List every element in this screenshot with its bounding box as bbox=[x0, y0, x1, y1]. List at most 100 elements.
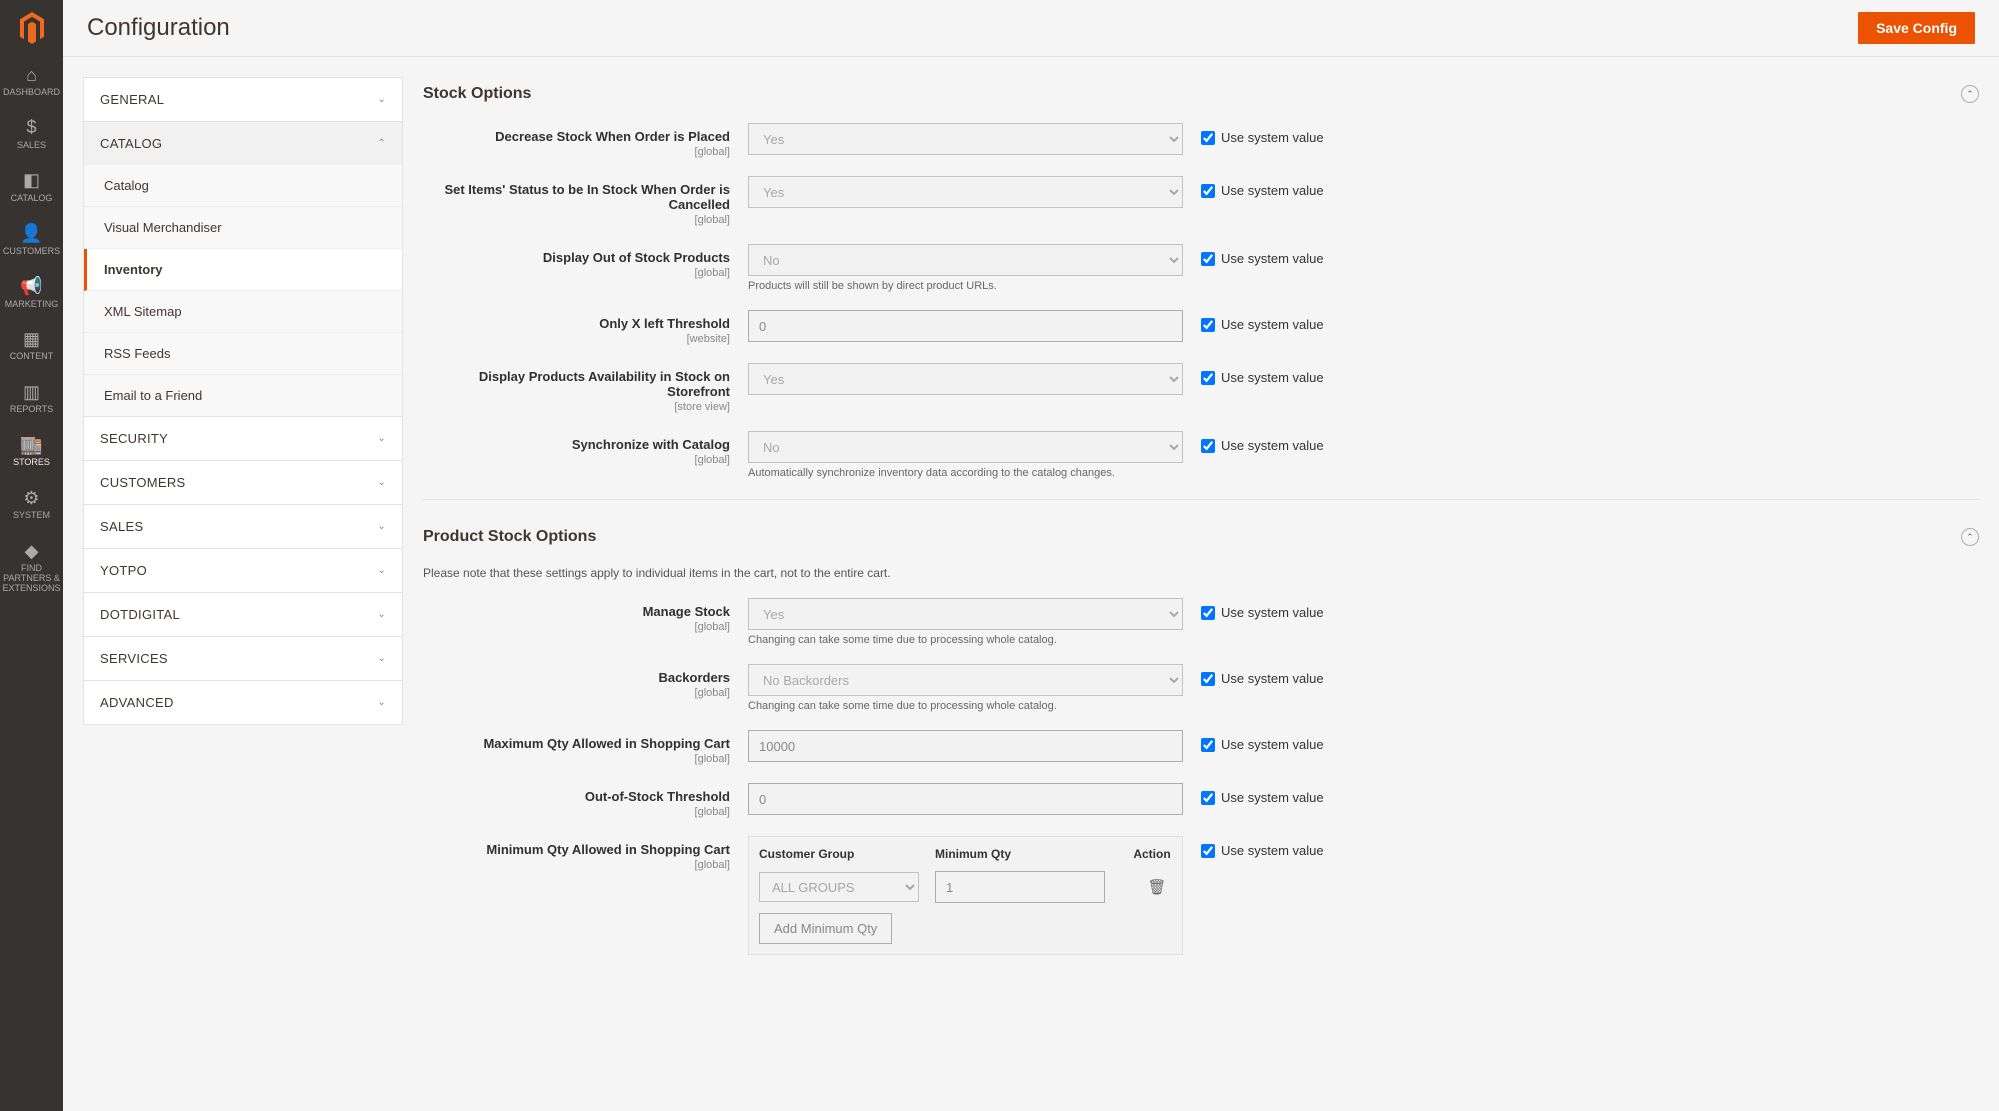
sidebar-item-inventory[interactable]: Inventory bbox=[84, 249, 402, 291]
sidebar-section-services[interactable]: SERVICES ⌄ bbox=[84, 637, 402, 680]
use-system-label: Use system value bbox=[1221, 438, 1324, 453]
customer-group-select[interactable]: ALL GROUPS bbox=[759, 872, 919, 902]
sales-icon: $ bbox=[22, 118, 42, 138]
nav-customers[interactable]: 👤CUSTOMERS bbox=[0, 214, 63, 267]
sidebar-section-sales[interactable]: SALES⌄ bbox=[84, 505, 402, 548]
field-row: Manage Stock [global] YesChanging can ta… bbox=[423, 598, 1979, 646]
use-system-checkbox[interactable] bbox=[1201, 672, 1215, 686]
sidebar-section-customers[interactable]: CUSTOMERS⌄ bbox=[84, 461, 402, 504]
field-row: Backorders [global] No BackordersChangin… bbox=[423, 664, 1979, 712]
field-row: Display Out of Stock Products [global] N… bbox=[423, 244, 1979, 292]
section-note: Please note that these settings apply to… bbox=[423, 566, 1979, 580]
sidebar-section-security[interactable]: SECURITY⌄ bbox=[84, 417, 402, 460]
sidebar-section-yotpo[interactable]: YOTPO⌄ bbox=[84, 549, 402, 592]
nav-dashboard[interactable]: ⌂DASHBOARD bbox=[0, 55, 63, 108]
use-system-label: Use system value bbox=[1221, 370, 1324, 385]
field-scope: [global] bbox=[423, 687, 730, 699]
use-system-checkbox[interactable] bbox=[1201, 791, 1215, 805]
nav-label: FIND PARTNERS & EXTENSIONS bbox=[2, 564, 61, 594]
sidebar-item-email-to-a-friend[interactable]: Email to a Friend bbox=[84, 375, 402, 416]
field-label: Display Out of Stock Products bbox=[423, 250, 730, 265]
section-label: SALES bbox=[100, 519, 143, 534]
sidebar-item-rss-feeds[interactable]: RSS Feeds bbox=[84, 333, 402, 375]
min-qty-input[interactable] bbox=[935, 871, 1105, 903]
nav-content[interactable]: ▦CONTENT bbox=[0, 319, 63, 372]
sidebar-section-general[interactable]: GENERAL⌄ bbox=[84, 78, 402, 121]
nav-sales[interactable]: $SALES bbox=[0, 108, 63, 161]
collapse-icon[interactable]: ⌃ bbox=[1961, 85, 1979, 103]
marketing-icon: 📢 bbox=[22, 277, 42, 297]
use-system-checkbox[interactable] bbox=[1201, 439, 1215, 453]
sidebar-section-catalog[interactable]: CATALOG⌃ bbox=[84, 122, 402, 165]
nav-partners[interactable]: ◆ FIND PARTNERS & EXTENSIONS bbox=[0, 531, 63, 604]
field-scope: [global] bbox=[423, 753, 730, 765]
nav-reports[interactable]: ▥REPORTS bbox=[0, 372, 63, 425]
partners-icon: ◆ bbox=[22, 541, 42, 561]
field-label: Display Products Availability in Stock o… bbox=[423, 369, 730, 399]
field-select[interactable]: No bbox=[748, 244, 1183, 276]
field-row: Out-of-Stock Threshold [global] Use syst… bbox=[423, 783, 1979, 818]
field-input[interactable] bbox=[748, 310, 1183, 342]
field-select[interactable]: Yes bbox=[748, 123, 1183, 155]
section-label: SERVICES bbox=[100, 651, 168, 666]
field-label: Set Items' Status to be In Stock When Or… bbox=[423, 182, 730, 212]
use-system-checkbox[interactable] bbox=[1201, 252, 1215, 266]
field-input[interactable] bbox=[748, 783, 1183, 815]
section-label: ADVANCED bbox=[100, 695, 174, 710]
field-select[interactable]: Yes bbox=[748, 176, 1183, 208]
field-input[interactable] bbox=[748, 730, 1183, 762]
save-config-button[interactable]: Save Config bbox=[1858, 12, 1975, 44]
sidebar-section-dotdigital[interactable]: DOTDIGITAL⌄ bbox=[84, 593, 402, 636]
section-product-stock-options: Product Stock Options ⌃ Please note that… bbox=[423, 520, 1979, 955]
trash-icon[interactable]: 🗑 bbox=[1147, 879, 1166, 896]
sidebar-section-advanced[interactable]: ADVANCED⌄ bbox=[84, 681, 402, 724]
reports-icon: ▥ bbox=[22, 382, 42, 402]
use-system-checkbox[interactable] bbox=[1201, 318, 1215, 332]
content-icon: ▦ bbox=[22, 329, 42, 349]
sidebar-item-xml-sitemap[interactable]: XML Sitemap bbox=[84, 291, 402, 333]
use-system-label: Use system value bbox=[1221, 671, 1324, 686]
use-system-checkbox[interactable] bbox=[1201, 844, 1215, 858]
nav-stores[interactable]: 🏬STORES bbox=[0, 425, 63, 478]
section-stock-options: Stock Options ⌃ Decrease Stock When Orde… bbox=[423, 77, 1979, 479]
use-system-label: Use system value bbox=[1221, 737, 1324, 752]
field-select[interactable]: No bbox=[748, 431, 1183, 463]
field-min-qty-cart: Minimum Qty Allowed in Shopping Cart [gl… bbox=[423, 836, 1979, 955]
dashboard-icon: ⌂ bbox=[22, 65, 42, 85]
use-system-label: Use system value bbox=[1221, 317, 1324, 332]
nav-marketing[interactable]: 📢 MARKETING bbox=[0, 267, 63, 320]
section-label: GENERAL bbox=[100, 92, 164, 107]
field-scope: [global] bbox=[423, 806, 730, 818]
use-system-checkbox[interactable] bbox=[1201, 606, 1215, 620]
nav-label: MARKETING bbox=[5, 300, 59, 310]
add-min-qty-button[interactable]: Add Minimum Qty bbox=[759, 913, 892, 944]
collapse-icon[interactable]: ⌃ bbox=[1961, 528, 1979, 546]
sidebar-item-visual-merchandiser[interactable]: Visual Merchandiser bbox=[84, 207, 402, 249]
field-label: Only X left Threshold bbox=[423, 316, 730, 331]
divider bbox=[423, 499, 1979, 500]
field-select[interactable]: Yes bbox=[748, 598, 1183, 630]
use-system-checkbox[interactable] bbox=[1201, 371, 1215, 385]
field-scope: [global] bbox=[423, 214, 730, 226]
page-title: Configuration bbox=[87, 14, 230, 42]
nav-catalog[interactable]: ◧CATALOG bbox=[0, 161, 63, 214]
use-system-checkbox[interactable] bbox=[1201, 131, 1215, 145]
use-system-checkbox[interactable] bbox=[1201, 184, 1215, 198]
stores-icon: 🏬 bbox=[22, 435, 42, 455]
nav-label: CATALOG bbox=[11, 194, 53, 204]
field-scope: [global] bbox=[423, 454, 730, 466]
field-label: Minimum Qty Allowed in Shopping Cart bbox=[423, 842, 730, 857]
field-hint: Products will still be shown by direct p… bbox=[748, 280, 1183, 292]
page-header: Configuration Save Config bbox=[63, 0, 1999, 57]
field-scope: [store view] bbox=[423, 401, 730, 413]
use-system-checkbox[interactable] bbox=[1201, 738, 1215, 752]
sidebar-item-catalog[interactable]: Catalog bbox=[84, 165, 402, 207]
chevron-down-icon: ⌄ bbox=[377, 653, 386, 664]
magento-logo[interactable] bbox=[0, 0, 63, 55]
field-select[interactable]: No Backorders bbox=[748, 664, 1183, 696]
nav-label: SYSTEM bbox=[13, 511, 50, 521]
field-select[interactable]: Yes bbox=[748, 363, 1183, 395]
field-label: Maximum Qty Allowed in Shopping Cart bbox=[423, 736, 730, 751]
use-system-label: Use system value bbox=[1221, 251, 1324, 266]
nav-system[interactable]: ⚙SYSTEM bbox=[0, 478, 63, 531]
